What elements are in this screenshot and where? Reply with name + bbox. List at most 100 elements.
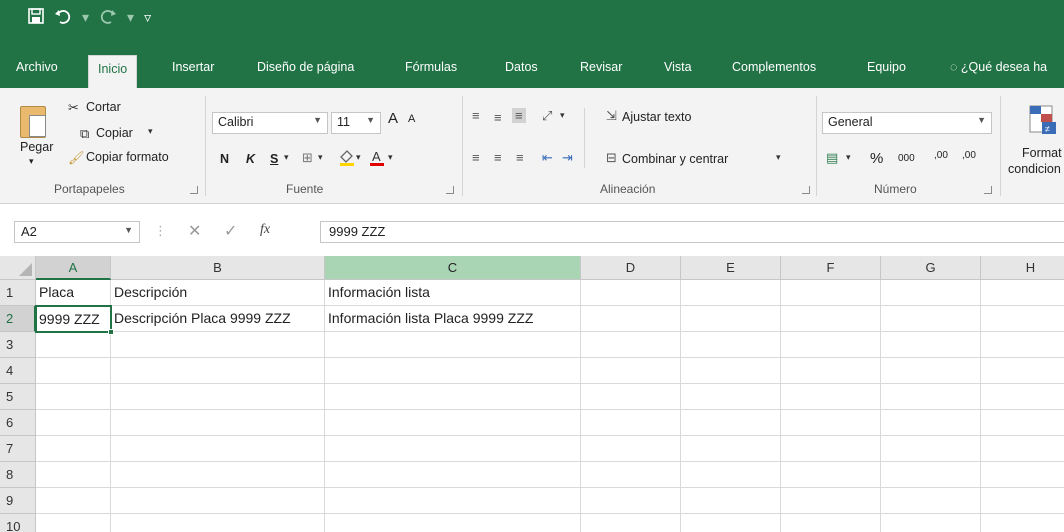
- conditional-format-line2[interactable]: condicion: [1008, 162, 1061, 176]
- percent-button[interactable]: %: [870, 150, 883, 167]
- row-header-2[interactable]: 2: [0, 306, 36, 332]
- cell-d6[interactable]: [581, 410, 681, 436]
- accounting-format-icon[interactable]: ▤: [826, 150, 838, 166]
- cell-b2[interactable]: Descripción Placa 9999 ZZZ: [111, 306, 325, 332]
- number-launcher-icon[interactable]: [984, 186, 992, 194]
- shrink-font-button[interactable]: A: [408, 113, 415, 125]
- tab-formulas[interactable]: Fórmulas: [405, 60, 457, 74]
- copy-icon[interactable]: ⧉: [80, 126, 89, 142]
- cell-b1[interactable]: Descripción: [111, 280, 325, 306]
- cell-g9[interactable]: [881, 488, 981, 514]
- cell-e3[interactable]: [681, 332, 781, 358]
- name-box[interactable]: A2 ▼: [14, 221, 140, 243]
- cell-g8[interactable]: [881, 462, 981, 488]
- orientation-dropdown-icon[interactable]: ▾: [560, 110, 565, 121]
- cell-f6[interactable]: [781, 410, 881, 436]
- paste-button[interactable]: Pegar: [20, 140, 53, 154]
- fill-handle[interactable]: [108, 329, 114, 335]
- cell-c5[interactable]: [325, 384, 581, 410]
- column-header-e[interactable]: E: [681, 256, 781, 280]
- cell-b6[interactable]: [111, 410, 325, 436]
- merge-dropdown-icon[interactable]: ▾: [776, 152, 781, 163]
- undo-icon[interactable]: [54, 8, 72, 27]
- wrap-text-button[interactable]: Ajustar texto: [622, 110, 691, 124]
- column-header-b[interactable]: B: [111, 256, 325, 280]
- cell-f9[interactable]: [781, 488, 881, 514]
- cell-g5[interactable]: [881, 384, 981, 410]
- cell-c6[interactable]: [325, 410, 581, 436]
- column-header-h[interactable]: H: [981, 256, 1064, 280]
- cell-b5[interactable]: [111, 384, 325, 410]
- cell-e4[interactable]: [681, 358, 781, 384]
- cell-h1[interactable]: [981, 280, 1064, 306]
- cell-d5[interactable]: [581, 384, 681, 410]
- redo-icon[interactable]: [99, 8, 117, 27]
- cell-g10[interactable]: [881, 514, 981, 532]
- copy-dropdown-icon[interactable]: ▾: [148, 126, 153, 137]
- column-header-g[interactable]: G: [881, 256, 981, 280]
- format-painter-button[interactable]: Copiar formato: [86, 150, 169, 164]
- wrap-text-icon[interactable]: ⇲: [606, 108, 617, 124]
- row-header-4[interactable]: 4: [0, 358, 36, 384]
- cell-b7[interactable]: [111, 436, 325, 462]
- tell-me-search[interactable]: ◌ ¿Qué desea ha: [950, 60, 1047, 74]
- cell-g6[interactable]: [881, 410, 981, 436]
- row-header-8[interactable]: 8: [0, 462, 36, 488]
- cell-a3[interactable]: [36, 332, 111, 358]
- cell-f2[interactable]: [781, 306, 881, 332]
- cell-h5[interactable]: [981, 384, 1064, 410]
- cell-a1[interactable]: Placa: [36, 280, 111, 306]
- cell-b9[interactable]: [111, 488, 325, 514]
- conditional-format-icon[interactable]: ≠: [1028, 104, 1058, 141]
- decrease-decimals-button[interactable]: ,00: [962, 150, 976, 161]
- align-top-icon[interactable]: ≡: [472, 108, 480, 123]
- cell-f7[interactable]: [781, 436, 881, 462]
- decrease-indent-icon[interactable]: ⇤: [542, 150, 553, 166]
- grow-font-button[interactable]: A: [388, 110, 398, 127]
- number-format-select[interactable]: General ▼: [822, 112, 992, 134]
- cell-c9[interactable]: [325, 488, 581, 514]
- cell-e9[interactable]: [681, 488, 781, 514]
- bold-button[interactable]: N: [220, 152, 229, 166]
- cell-d3[interactable]: [581, 332, 681, 358]
- underline-dropdown-icon[interactable]: ▾: [284, 152, 289, 163]
- tab-equipo[interactable]: Equipo: [867, 60, 906, 74]
- cell-b8[interactable]: [111, 462, 325, 488]
- tab-insertar[interactable]: Insertar: [172, 60, 214, 74]
- cell-c4[interactable]: [325, 358, 581, 384]
- column-header-a[interactable]: A: [36, 256, 111, 280]
- cell-h4[interactable]: [981, 358, 1064, 384]
- cell-g1[interactable]: [881, 280, 981, 306]
- tab-vista[interactable]: Vista: [664, 60, 692, 74]
- tab-complementos[interactable]: Complementos: [732, 60, 816, 74]
- cell-a4[interactable]: [36, 358, 111, 384]
- font-size-select[interactable]: 11 ▼: [331, 112, 381, 134]
- cell-a10[interactable]: [36, 514, 111, 532]
- cell-b3[interactable]: [111, 332, 325, 358]
- font-launcher-icon[interactable]: [446, 186, 454, 194]
- row-header-6[interactable]: 6: [0, 410, 36, 436]
- accounting-dropdown-icon[interactable]: ▾: [846, 152, 851, 163]
- cell-e7[interactable]: [681, 436, 781, 462]
- cell-f8[interactable]: [781, 462, 881, 488]
- align-right-icon[interactable]: ≡: [516, 150, 524, 165]
- conditional-format-line1[interactable]: Format: [1022, 146, 1062, 160]
- column-header-d[interactable]: D: [581, 256, 681, 280]
- align-left-icon[interactable]: ≡: [472, 150, 480, 165]
- cell-c2[interactable]: Información lista Placa 9999 ZZZ: [325, 306, 581, 332]
- cell-b4[interactable]: [111, 358, 325, 384]
- cell-b10[interactable]: [111, 514, 325, 532]
- cell-d2[interactable]: [581, 306, 681, 332]
- borders-dropdown-icon[interactable]: ▾: [318, 152, 323, 163]
- cell-h9[interactable]: [981, 488, 1064, 514]
- cell-g3[interactable]: [881, 332, 981, 358]
- tab-inicio[interactable]: Inicio: [88, 55, 138, 88]
- scissors-icon[interactable]: ✂: [68, 100, 79, 116]
- cell-f4[interactable]: [781, 358, 881, 384]
- insert-function-icon[interactable]: fx: [260, 222, 270, 238]
- align-center-icon[interactable]: ≡: [494, 150, 502, 165]
- fill-color-dropdown-icon[interactable]: ▾: [356, 152, 361, 163]
- borders-icon[interactable]: ⊞: [302, 150, 313, 166]
- cell-e8[interactable]: [681, 462, 781, 488]
- row-header-1[interactable]: 1: [0, 280, 36, 306]
